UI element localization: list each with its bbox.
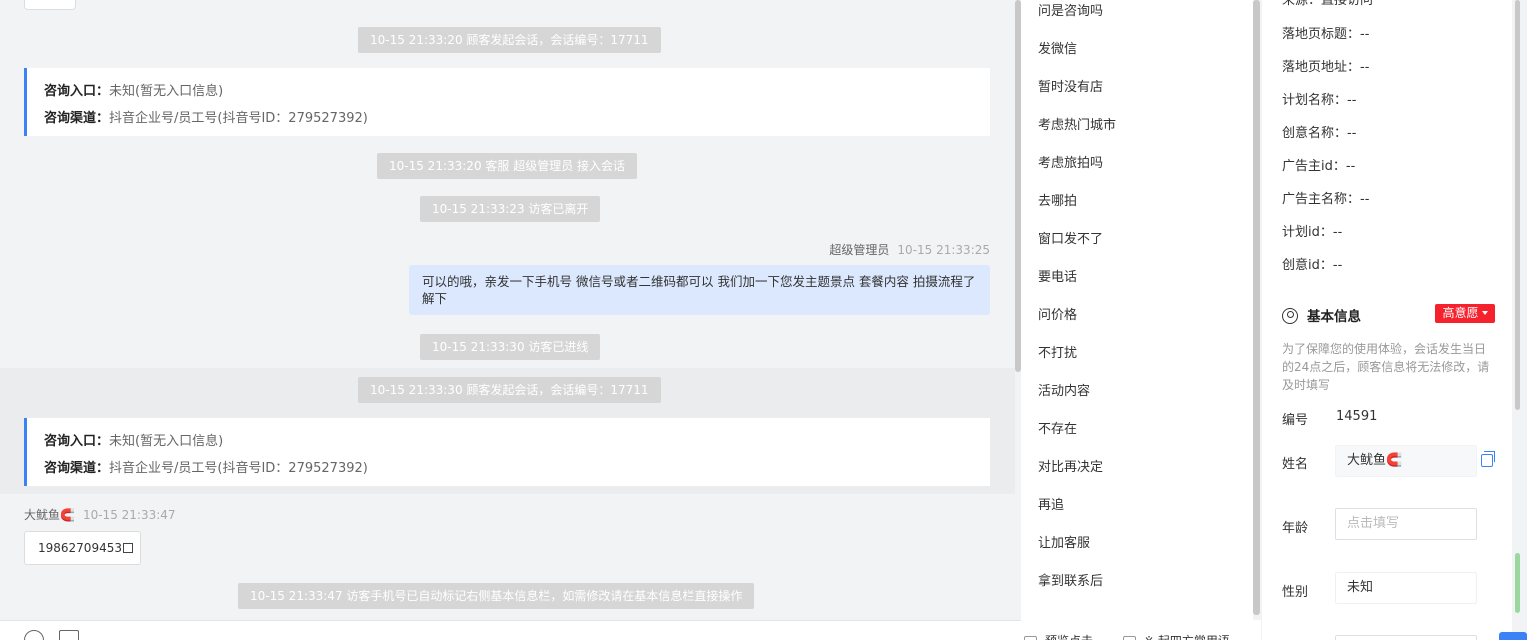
quick-reply-item[interactable]: 要电话 (1038, 266, 1077, 285)
ad-info-row: 广告主名称：-- (1282, 188, 1369, 207)
visitor-phone-message[interactable]: 19862709453 (24, 531, 141, 565)
ad-info-row: 创意id：-- (1282, 254, 1342, 273)
visitor-time: 10-15 21:33:47 (82, 508, 176, 522)
system-message: 10-15 21:33:23 访客已离开 (420, 196, 601, 222)
ad-info-value: -- (1347, 126, 1357, 141)
ad-info-label: 创意id： (1282, 258, 1333, 273)
preview-option-label: 预览点击 (1045, 632, 1093, 640)
ad-info-value: -- (1332, 258, 1343, 273)
quick-reply-item[interactable]: 对比再决定 (1038, 456, 1103, 475)
app-root: 10-15 21:33:20 顾客发起会话，会话编号：17711 咨询入口：未知… (0, 0, 1527, 640)
quick-reply-item[interactable]: 不存在 (1038, 418, 1077, 437)
agent-message-bubble[interactable]: 可以的哦，亲发一下手机号 微信号或者二维码都可以 我们加一下您发主题景点 套餐内… (409, 265, 990, 315)
channel-label: 咨询渠道： (44, 111, 110, 126)
channel-label: 咨询渠道： (44, 461, 110, 476)
quick-reply-item[interactable]: 让加客服 (1038, 532, 1090, 551)
ad-info-row: 落地页标题：-- (1282, 23, 1369, 42)
ad-info-row: 计划名称：-- (1282, 89, 1356, 108)
submit-button[interactable] (1499, 632, 1527, 640)
ad-info-label: 创意名称： (1282, 126, 1348, 141)
ad-info-row: 广告主id：-- (1282, 155, 1355, 174)
chat-panel[interactable]: 10-15 21:33:20 顾客发起会话，会话编号：17711 咨询入口：未知… (0, 0, 1015, 620)
system-message: 10-15 21:33:20 顾客发起会话，会话编号：17711 (358, 27, 661, 53)
agent-name: 超级管理员 (829, 243, 890, 257)
quick-reply-item[interactable]: 问是咨询吗 (1038, 0, 1103, 19)
panel-scrollbar-thumb[interactable] (1515, 553, 1520, 613)
copy-icon[interactable] (1481, 451, 1495, 467)
system-message: 10-15 21:33:20 客服 超级管理员 接入会话 (377, 153, 638, 179)
user-icon (1282, 308, 1298, 324)
quick-reply-item[interactable]: 不打扰 (1038, 342, 1077, 361)
ad-info-row: 计划id：-- (1282, 221, 1342, 240)
ad-info-value: -- (1347, 93, 1357, 108)
image-upload-icon[interactable] (59, 630, 79, 640)
agent-sender-line: 超级管理员 10-15 21:33:25 (829, 241, 990, 258)
edit-notice: 为了保障您的使用体验，会话发生当日的24点之后，顾客信息将无法修改，请及时填写 (1282, 342, 1490, 392)
ad-info-label: 广告主名称： (1282, 192, 1361, 207)
source-row: 来源：直接访问 (1282, 0, 1374, 8)
id-label: 编号 (1282, 413, 1309, 428)
panel-scrollbar-track[interactable] (1515, 0, 1520, 410)
entry-value: 未知(暂无入口信息) (109, 434, 224, 449)
agent-time: 10-15 21:33:25 (897, 243, 990, 257)
age-label: 年龄 (1282, 521, 1309, 536)
system-message: 10-15 21:33:30 访客已进线 (420, 334, 601, 360)
ad-info-label: 广告主id： (1282, 159, 1346, 174)
ad-info-value: -- (1360, 192, 1370, 207)
visitor-sender-line: 大鱿鱼🧲 10-15 21:33:47 (24, 506, 176, 523)
quick-reply-item[interactable]: 活动内容 (1038, 380, 1090, 399)
quick-reply-list: 问是咨询吗 发微信 暂时没有店 考虑热门城市 考虑旅拍吗 去哪拍 窗口发不了 要… (1021, 0, 1253, 620)
gender-select[interactable]: 未知 (1335, 572, 1477, 604)
intent-level-dropdown[interactable]: 高意愿 (1435, 304, 1495, 323)
next-field[interactable] (1335, 635, 1477, 640)
intent-level-label: 高意愿 (1442, 306, 1479, 320)
visitor-phone: 19862709453 (38, 541, 122, 555)
quick-reply-item[interactable]: 考虑旅拍吗 (1038, 152, 1103, 171)
basic-info-header: 基本信息 (1282, 305, 1361, 325)
quick-reply-item[interactable]: 发微信 (1038, 38, 1077, 57)
quick-reply-item[interactable]: 问价格 (1038, 304, 1077, 323)
gender-label: 性别 (1282, 585, 1309, 600)
basic-info-title: 基本信息 (1307, 309, 1361, 325)
quick-reply-item[interactable]: 去哪拍 (1038, 190, 1077, 209)
customer-info-panel: 来源：直接访问 落地页标题：-- 落地页地址：-- 计划名称：-- 创意名称：-… (1262, 0, 1512, 640)
common-phrase-checkbox[interactable] (1123, 636, 1136, 640)
consult-info-card: 咨询入口：未知(暂无入口信息) 咨询渠道：抖音企业号/员工号(抖音号ID：279… (24, 418, 990, 486)
previous-message-box (24, 0, 76, 10)
common-phrase-option-label: ※ 起四方常用语 (1144, 632, 1230, 640)
quick-reply-item[interactable]: 再追 (1038, 494, 1064, 513)
ad-info-value: -- (1345, 159, 1356, 174)
quick-reply-item[interactable]: 拿到联系后 (1038, 570, 1103, 589)
copy-icon[interactable] (122, 543, 133, 553)
entry-value: 未知(暂无入口信息) (109, 84, 224, 99)
channel-value: 抖音企业号/员工号(抖音号ID：279527392) (109, 111, 368, 126)
caret-down-icon (1481, 311, 1488, 315)
ad-info-value: -- (1332, 225, 1343, 240)
system-message: 10-15 21:33:47 访客手机号已自动标记右侧基本信息栏，如需修改请在基… (238, 583, 755, 609)
ad-info-value: -- (1360, 60, 1370, 75)
quick-reply-scrollbar[interactable] (1253, 0, 1260, 615)
ad-info-row: 创意名称：-- (1282, 122, 1356, 141)
system-message: 10-15 21:33:30 顾客发起会话，会话编号：17711 (358, 377, 661, 403)
entry-label: 咨询入口： (44, 84, 110, 99)
preview-checkbox[interactable] (1024, 636, 1037, 640)
ad-info-row: 落地页地址：-- (1282, 56, 1369, 75)
ad-info-label: 落地页标题： (1282, 27, 1361, 42)
age-field[interactable]: 点击填写 (1335, 508, 1477, 540)
name-label: 姓名 (1282, 457, 1309, 472)
entry-label: 咨询入口： (44, 434, 110, 449)
channel-value: 抖音企业号/员工号(抖音号ID：279527392) (109, 461, 368, 476)
visitor-name: 大鱿鱼🧲 (24, 508, 75, 522)
ad-info-label: 计划名称： (1282, 93, 1348, 108)
ad-info-value: -- (1360, 27, 1370, 42)
ad-info-label: 计划id： (1282, 225, 1333, 240)
quick-reply-item[interactable]: 窗口发不了 (1038, 228, 1103, 247)
quick-reply-item[interactable]: 考虑热门城市 (1038, 114, 1116, 133)
consult-info-card: 咨询入口：未知(暂无入口信息) 咨询渠道：抖音企业号/员工号(抖音号ID：279… (24, 68, 990, 136)
ad-info-label: 落地页地址： (1282, 60, 1361, 75)
chat-input-toolbar (0, 620, 1021, 640)
quick-reply-item[interactable]: 暂时没有店 (1038, 76, 1103, 95)
id-value: 14591 (1336, 409, 1378, 424)
name-field[interactable]: 大鱿鱼🧲 (1335, 445, 1477, 477)
